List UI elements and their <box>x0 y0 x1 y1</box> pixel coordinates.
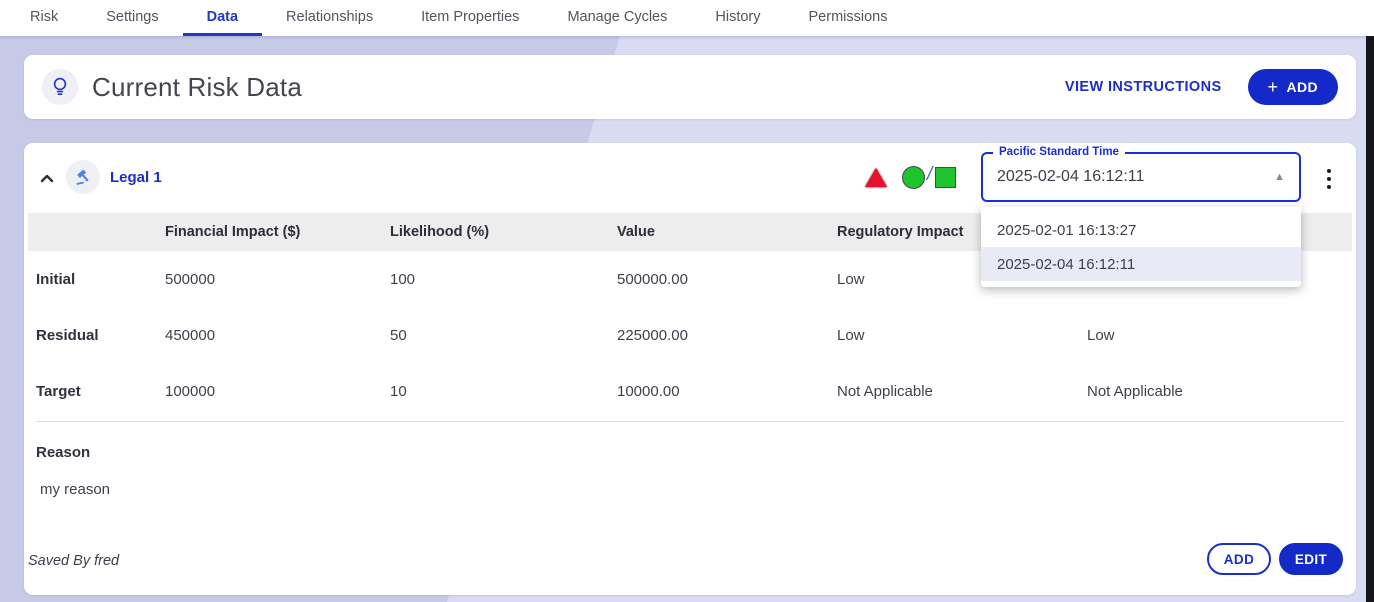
cell-value: 225000.00 <box>617 327 837 344</box>
lightbulb-icon <box>42 69 78 105</box>
tab-data[interactable]: Data <box>183 0 262 36</box>
dark-edge-strip <box>1366 36 1374 602</box>
tab-history[interactable]: History <box>691 0 784 36</box>
reason-value: my reason <box>40 481 110 498</box>
plus-icon: + <box>1268 78 1279 96</box>
col-header-likelihood: Likelihood (%) <box>390 224 617 240</box>
cell-financial: 450000 <box>165 327 390 344</box>
cell-value: 500000.00 <box>617 271 837 288</box>
timezone-option-1[interactable]: 2025-02-01 16:13:27 <box>981 213 1301 247</box>
collapse-chevron-up-icon[interactable] <box>36 167 58 189</box>
cell-likelihood: 100 <box>390 271 617 288</box>
slash-separator: / <box>927 164 932 186</box>
tab-permissions[interactable]: Permissions <box>785 0 912 36</box>
footer-add-button[interactable]: ADD <box>1207 543 1271 575</box>
green-circle-icon <box>902 166 925 189</box>
header-add-button[interactable]: + ADD <box>1248 69 1338 105</box>
cell-financial: 100000 <box>165 383 390 400</box>
timezone-options-popup: 2025-02-01 16:13:27 2025-02-04 16:12:11 <box>981 207 1301 287</box>
section-divider <box>36 421 1344 422</box>
cell-financial: 500000 <box>165 271 390 288</box>
footer-edit-button[interactable]: EDIT <box>1279 543 1343 575</box>
page-title: Current Risk Data <box>92 72 302 103</box>
row-label: Initial <box>36 271 165 288</box>
timezone-select-label: Pacific Standard Time <box>993 146 1125 160</box>
cell-likelihood: 10 <box>390 383 617 400</box>
section-title-legal-1[interactable]: Legal 1 <box>110 169 162 186</box>
timezone-datetime-select[interactable]: Pacific Standard Time 2025-02-04 16:12:1… <box>981 152 1301 202</box>
top-navigation: Risk Settings Data Relationships Item Pr… <box>0 0 1374 36</box>
tab-settings[interactable]: Settings <box>82 0 182 36</box>
risk-data-card: Legal 1 / Pacific Standard Time 2025-02-… <box>24 143 1356 595</box>
table-row-residual: Residual 450000 50 225000.00 Low Low <box>28 307 1352 363</box>
tab-item-properties[interactable]: Item Properties <box>397 0 543 36</box>
col-header-financial-impact: Financial Impact ($) <box>165 224 390 240</box>
kebab-menu-icon[interactable] <box>1320 166 1338 192</box>
view-instructions-link[interactable]: VIEW INSTRUCTIONS <box>1065 79 1222 95</box>
table-row-target: Target 100000 10 10000.00 Not Applicable… <box>28 363 1352 419</box>
tab-risk[interactable]: Risk <box>6 0 82 36</box>
reason-label: Reason <box>36 444 90 461</box>
green-square-icon <box>935 167 956 188</box>
page-header-card: Current Risk Data VIEW INSTRUCTIONS + AD… <box>24 55 1356 119</box>
gavel-icon <box>66 160 100 194</box>
tab-manage-cycles[interactable]: Manage Cycles <box>543 0 691 36</box>
timezone-option-2[interactable]: 2025-02-04 16:12:11 <box>981 247 1301 281</box>
row-label: Target <box>36 383 165 400</box>
cell-other-impact: Not Applicable <box>1087 383 1352 400</box>
header-add-label: ADD <box>1286 79 1318 95</box>
cell-likelihood: 50 <box>390 327 617 344</box>
row-label: Residual <box>36 327 165 344</box>
red-triangle-icon <box>865 168 887 187</box>
collapse-arrow-icon: ▲ <box>1274 171 1285 183</box>
cell-other-impact: Low <box>1087 327 1352 344</box>
cell-regulatory: Low <box>837 327 1087 344</box>
tab-relationships[interactable]: Relationships <box>262 0 397 36</box>
saved-by-text: Saved By fred <box>28 553 119 569</box>
col-header-value: Value <box>617 224 837 240</box>
cell-regulatory: Not Applicable <box>837 383 1087 400</box>
timezone-select-value: 2025-02-04 16:12:11 <box>997 168 1144 186</box>
cell-value: 10000.00 <box>617 383 837 400</box>
